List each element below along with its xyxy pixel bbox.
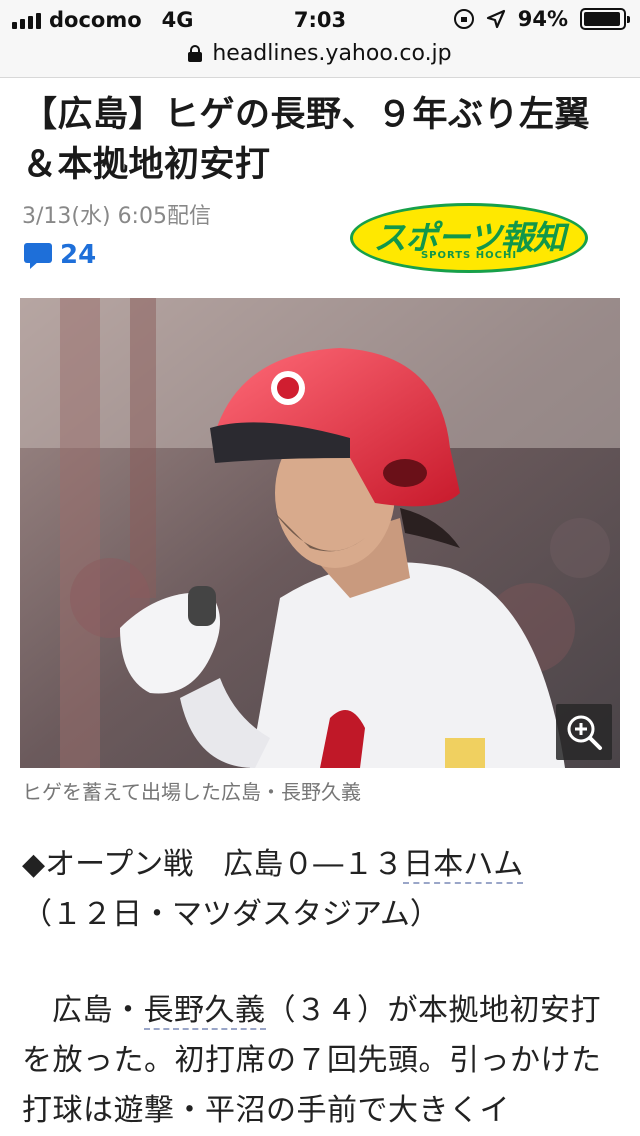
- logo-sub-text: SPORTS HOCHI: [420, 250, 518, 261]
- article-paragraph-1: ◆オープン戦 広島０―１３日本ハム （１２日・マツダスタジアム）: [22, 840, 622, 940]
- comment-link[interactable]: 24: [24, 240, 96, 270]
- comment-count: 24: [60, 240, 97, 270]
- photo-caption: ヒゲを蓄えて出場した広島・長野久義: [22, 780, 361, 804]
- paragraph-1-prefix: ◆オープン戦 広島０―１３: [22, 847, 404, 882]
- article-photo[interactable]: [20, 298, 620, 768]
- battery-percent: 94%: [517, 7, 568, 31]
- paragraph-1-suffix: （１２日・マツダスタジアム）: [22, 897, 440, 932]
- article-title: 【広島】ヒゲの長野、９年ぶり左翼＆本拠地初安打: [22, 95, 591, 185]
- address-bar[interactable]: headlines.yahoo.co.jp: [0, 40, 640, 78]
- url-domain: headlines.yahoo.co.jp: [212, 41, 452, 66]
- status-bar-right: 94%: [453, 7, 630, 31]
- article-date: 3/13(水) 6:05配信: [22, 204, 211, 229]
- speech-bubble-icon: [24, 241, 52, 269]
- article-paragraph-2: 広島・長野久義（３４）が本拠地初安打を放った。初打席の７回先頭。引っかけた打球は…: [22, 986, 622, 1136]
- rotation-lock-icon: [453, 9, 474, 29]
- zoom-button[interactable]: [556, 704, 612, 760]
- player-link-chono[interactable]: 長野久義: [143, 993, 266, 1030]
- team-link-nipponham[interactable]: 日本ハム: [403, 847, 524, 884]
- paragraph-2-prefix: 広島・: [52, 993, 144, 1028]
- zoom-in-icon: [567, 715, 602, 750]
- status-bar: docomo 4G 7:03 94%: [0, 0, 640, 40]
- padlock-icon: [188, 45, 203, 62]
- player-photo-image: [20, 298, 620, 768]
- source-logo[interactable]: スポーツ報知 SPORTS HOCHI: [350, 203, 588, 273]
- battery-icon: [580, 8, 630, 30]
- location-arrow-icon: [486, 9, 505, 29]
